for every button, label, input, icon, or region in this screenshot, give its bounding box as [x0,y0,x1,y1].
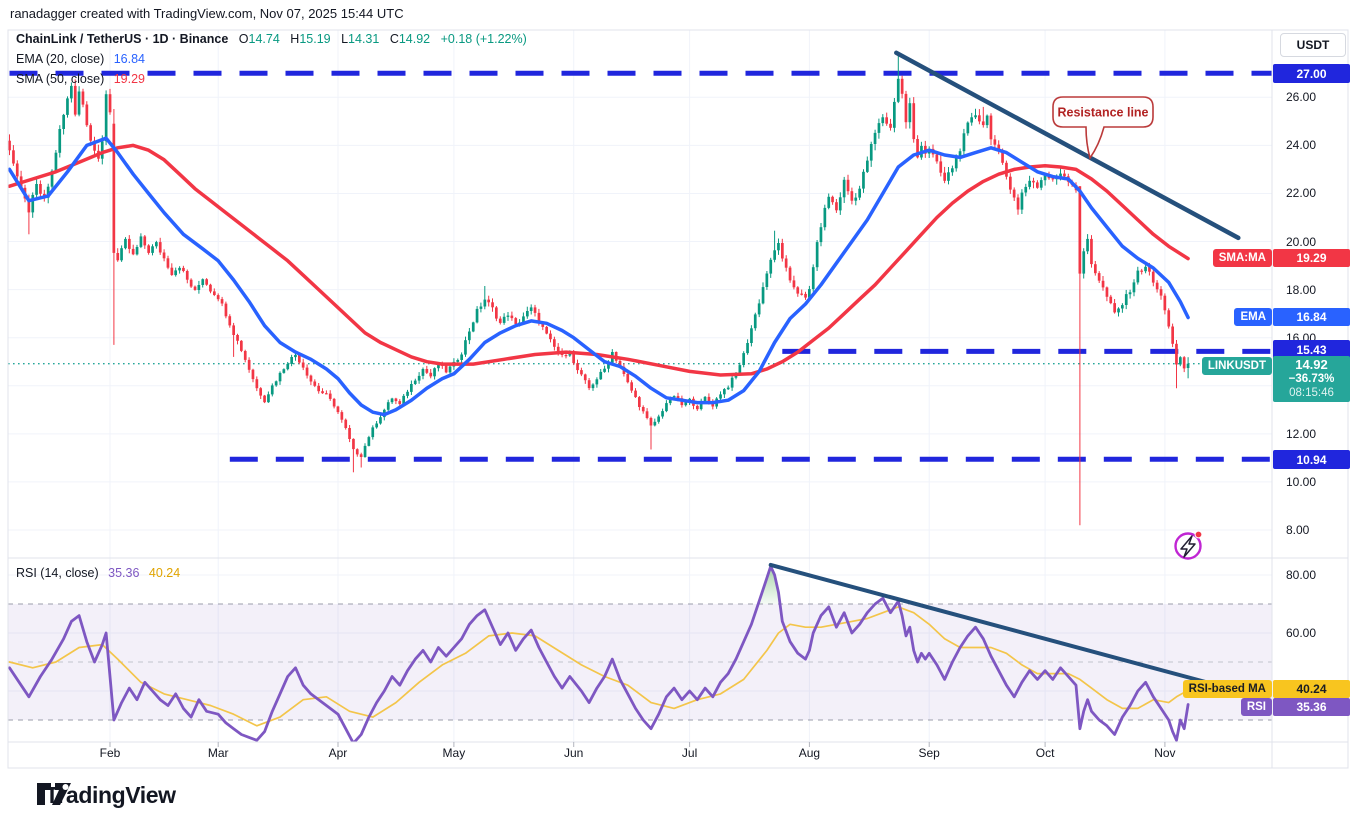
price-axis-label: 10.00 [1286,475,1316,489]
time-axis-label-may: May [438,746,470,760]
time-axis-label-nov: Nov [1149,746,1181,760]
time-axis-label-mar: Mar [202,746,234,760]
symbol-legend[interactable]: ChainLink / TetherUS · 1D · Binance O14.… [16,32,527,46]
rsi-ma-axis-pill: RSI-based MA [1183,680,1272,698]
ohlc-open-value: 14.74 [249,32,280,46]
rsi-legend[interactable]: RSI (14, close) 35.36 40.24 [16,566,180,580]
price-axis-label: 8.00 [1286,523,1309,537]
ema-axis-value: 16.84 [1273,308,1350,326]
sma-legend-value: 19.29 [114,72,145,86]
rsi-axis-label: 60.00 [1286,626,1316,640]
bar-countdown: 08:15:46 [1289,386,1334,400]
time-axis-label-jul: Jul [674,746,706,760]
ema-legend-value: 16.84 [114,52,145,66]
ohlc-close-value: 14.92 [399,32,430,46]
time-axis[interactable] [8,742,1272,768]
price-axis-label: 26.00 [1286,90,1316,104]
rsi-axis-value: 35.36 [1273,698,1350,716]
currency-button[interactable]: USDT [1280,33,1346,57]
price-axis-label: 24.00 [1286,138,1316,152]
rsi-legend-label: RSI (14, close) [16,566,99,580]
rsi-axis-label: 80.00 [1286,568,1316,582]
rsi-ma-legend-value: 40.24 [149,566,180,580]
ema-legend-label: EMA (20, close) [16,52,104,66]
sma-legend-label: SMA (50, close) [16,72,104,86]
ohlc-high-key: H [290,32,299,46]
tradingview-chart-screenshot: ranadagger created with TradingView.com,… [0,0,1352,826]
ema-legend[interactable]: EMA (20, close) 16.84 [16,52,145,66]
ohlc-low-key: L [341,32,348,46]
tradingview-logo-mark [36,782,88,806]
time-axis-label-oct: Oct [1029,746,1061,760]
time-axis-label-feb: Feb [94,746,126,760]
sma-legend[interactable]: SMA (50, close) 19.29 [16,72,145,86]
level-badge-1094[interactable]: 10.94 [1273,450,1350,469]
rsi-axis-pill: RSI [1241,698,1272,716]
ohlc-low-value: 14.31 [348,32,379,46]
ohlc-open-key: O [239,32,249,46]
time-axis-label-sep: Sep [913,746,945,760]
sma-axis-value: 19.29 [1273,249,1350,267]
last-price-value: 14.92 [1295,358,1328,372]
price-axis-label: 22.00 [1286,186,1316,200]
price-axis-label: 18.00 [1286,283,1316,297]
price-axis-label: 12.00 [1286,427,1316,441]
price-pane[interactable] [8,30,1272,558]
tradingview-logo[interactable]: TradingView [36,782,176,809]
time-axis-label-jun: Jun [558,746,590,760]
symbol-title: ChainLink / TetherUS · 1D · Binance [16,32,228,46]
rsi-ma-axis-value: 40.24 [1273,680,1350,698]
symbol-axis-pill: LINKUSDT [1202,357,1272,375]
sma-axis-pill: SMA:MA [1213,249,1272,267]
time-axis-label-apr: Apr [322,746,354,760]
level-badge-27[interactable]: 27.00 [1273,64,1350,83]
price-axis-label: 20.00 [1286,235,1316,249]
last-price-box: 14.92 −36.73% 08:15:46 [1273,356,1350,402]
ohlc-high-value: 15.19 [299,32,330,46]
change-value: +0.18 (+1.22%) [441,32,527,46]
last-price-change: −36.73% [1289,372,1335,386]
attribution-text: ranadagger created with TradingView.com,… [10,6,404,21]
rsi-legend-value: 35.36 [108,566,139,580]
ohlc-close-key: C [390,32,399,46]
ema-axis-pill: EMA [1234,308,1272,326]
rsi-pane[interactable] [8,558,1272,742]
time-axis-label-aug: Aug [793,746,825,760]
